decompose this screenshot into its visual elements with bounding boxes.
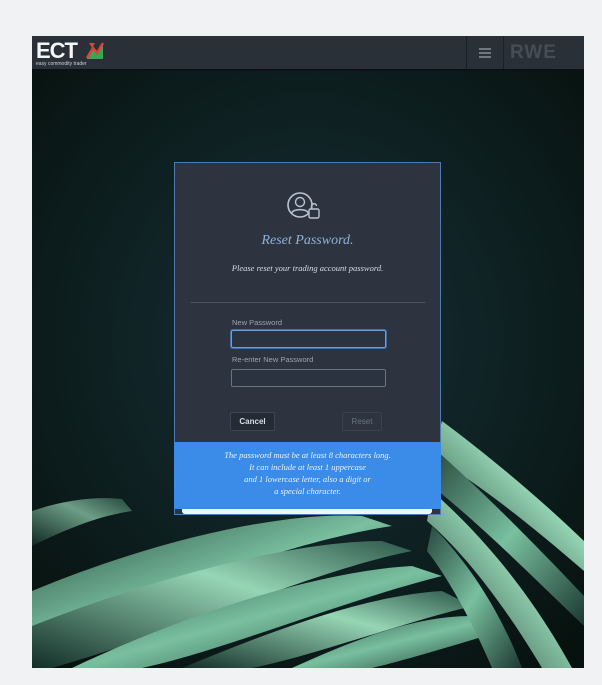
new-password-label: New Password — [232, 318, 283, 327]
reset-button[interactable]: Reset — [342, 412, 382, 431]
top-bar: ECT easy commodity trader RWE — [32, 36, 584, 71]
logo-mark-icon — [86, 42, 104, 60]
rwe-logo: RWE — [510, 42, 557, 63]
hint-bottom-edge — [182, 509, 432, 514]
dialog-title: Reset Password. — [261, 233, 354, 248]
hint-line-1: The password must be at least 8 characte… — [224, 450, 391, 460]
hint-line-3: and 1 lowercase letter, also a digit or — [244, 474, 371, 484]
reenter-password-input[interactable] — [231, 369, 386, 387]
menu-button[interactable] — [466, 36, 504, 69]
hint-line-2: It can include at least 1 uppercase — [249, 462, 366, 472]
reenter-password-label: Re-enter New Password — [232, 355, 314, 364]
dialog-subtitle: Please reset your trading account passwo… — [231, 263, 384, 273]
logo-tagline: easy commodity trader — [36, 61, 87, 67]
user-lock-icon — [287, 192, 320, 219]
cancel-button[interactable]: Cancel — [230, 412, 275, 431]
password-hint: The password must be at least 8 characte… — [174, 442, 441, 509]
app-window: ECT easy commodity trader RWE Reset Pass… — [32, 36, 584, 668]
hint-line-4: a special character. — [274, 486, 341, 496]
hamburger-icon — [479, 47, 491, 58]
divider — [191, 302, 425, 303]
new-password-input[interactable] — [231, 330, 386, 348]
